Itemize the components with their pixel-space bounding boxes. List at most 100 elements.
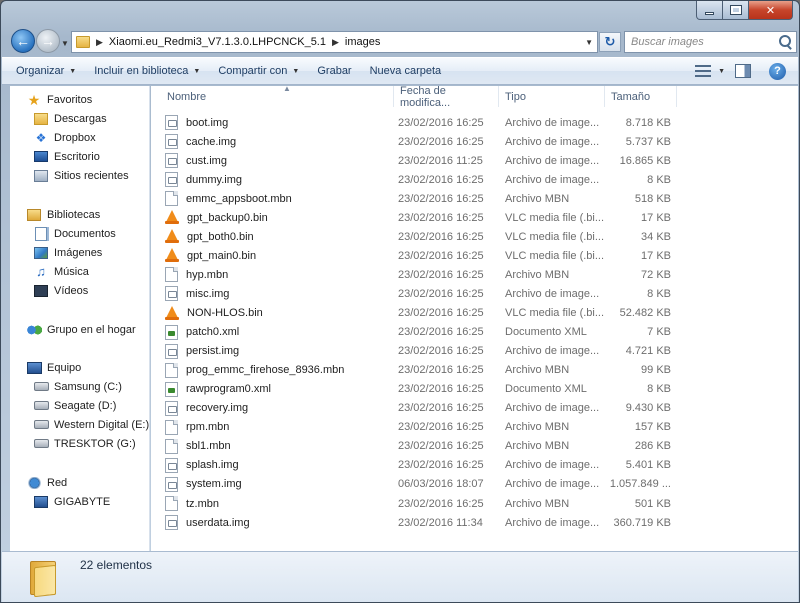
network-computer-icon bbox=[33, 495, 49, 509]
file-name: userdata.img bbox=[186, 516, 250, 529]
file-row[interactable]: gpt_backup0.bin 23/02/2016 16:25 VLC media… bbox=[151, 208, 798, 227]
file-row[interactable]: dummy.img 23/02/2016 16:25 Archivo de imag… bbox=[151, 170, 798, 189]
image-file-icon bbox=[165, 172, 178, 188]
share-with-button[interactable]: Compartir con ▼ bbox=[209, 60, 308, 82]
sidebar-item-drive-g[interactable]: TRESKTOR (G:) bbox=[10, 434, 150, 453]
file-row[interactable]: rpm.mbn 23/02/2016 16:25 Archivo MBN 157 KB bbox=[151, 418, 798, 437]
file-row[interactable]: gpt_main0.bin 23/02/2016 16:25 VLC media f… bbox=[151, 246, 798, 265]
breadcrumb-segment[interactable]: images bbox=[345, 36, 380, 48]
file-row[interactable]: hyp.mbn 23/02/2016 16:25 Archivo MBN 72 KB bbox=[151, 265, 798, 284]
search-icon[interactable] bbox=[776, 33, 794, 51]
column-header-date[interactable]: Fecha de modifica... bbox=[394, 84, 499, 109]
column-header-label: Fecha de modifica... bbox=[400, 84, 451, 109]
view-options-icon[interactable] bbox=[692, 63, 714, 79]
file-icon bbox=[165, 496, 178, 511]
file-name-cell: prog_emmc_firehose_8936.mbn bbox=[165, 361, 390, 380]
file-name: rawprogram0.xml bbox=[186, 383, 271, 396]
file-row[interactable]: recovery.img 23/02/2016 16:25 Archivo de i… bbox=[151, 399, 798, 418]
file-type: Archivo de image... bbox=[505, 116, 600, 129]
address-dropdown-icon[interactable]: ▼ bbox=[585, 38, 593, 47]
sidebar-item-music[interactable]: ♫ Música bbox=[10, 262, 150, 281]
sidebar-item-libraries[interactable]: Bibliotecas bbox=[10, 205, 150, 224]
column-header-size[interactable]: Tamaño bbox=[605, 86, 677, 107]
file-row[interactable]: persist.img 23/02/2016 16:25 Archivo de im… bbox=[151, 342, 798, 361]
vlc-icon bbox=[165, 248, 179, 263]
hard-drive-icon bbox=[33, 418, 49, 432]
address-bar[interactable]: ▶ Xiaomi.eu_Redmi3_V7.1.3.0.LHPCNCK_5.1 … bbox=[71, 31, 598, 53]
file-type: Archivo MBN bbox=[505, 364, 570, 377]
file-row[interactable]: userdata.img 23/02/2016 11:34 Archivo de i… bbox=[151, 513, 798, 532]
file-type: Archivo de image... bbox=[505, 345, 600, 358]
file-name: splash.img bbox=[186, 459, 239, 472]
file-row[interactable]: splash.img 23/02/2016 16:25 Archivo de ima… bbox=[151, 456, 798, 475]
file-row[interactable]: emmc_appsboot.mbn 23/02/2016 16:25 Archivo… bbox=[151, 189, 798, 208]
image-file-icon bbox=[165, 286, 178, 302]
organize-button[interactable]: Organizar ▼ bbox=[2, 60, 85, 82]
sidebar-item-documents[interactable]: Documentos bbox=[10, 224, 150, 243]
file-row[interactable]: cust.img 23/02/2016 11:25 Archivo de image… bbox=[151, 151, 798, 170]
sidebar-item-favorites[interactable]: ★ Favoritos bbox=[10, 90, 150, 109]
maximize-button[interactable] bbox=[723, 1, 749, 20]
sidebar-item-homegroup[interactable]: Grupo en el hogar bbox=[10, 320, 150, 339]
forward-button[interactable]: → bbox=[36, 29, 60, 53]
include-in-library-button[interactable]: Incluir en biblioteca ▼ bbox=[85, 60, 209, 82]
close-button[interactable]: ✕ bbox=[749, 1, 793, 20]
new-folder-button[interactable]: Nueva carpeta bbox=[361, 60, 451, 82]
file-name: gpt_main0.bin bbox=[187, 249, 257, 262]
file-type: Archivo de image... bbox=[505, 135, 600, 148]
file-row[interactable]: cache.img 23/02/2016 16:25 Archivo de imag… bbox=[151, 132, 798, 151]
column-header-type[interactable]: Tipo bbox=[499, 86, 605, 107]
file-row[interactable]: tz.mbn 23/02/2016 16:25 Archivo MBN 501 KB bbox=[151, 494, 798, 513]
view-dropdown-icon[interactable]: ▼ bbox=[718, 68, 725, 75]
file-type: VLC media file (.bi... bbox=[505, 211, 605, 224]
sidebar-item-downloads[interactable]: Descargas bbox=[10, 109, 150, 128]
sidebar-item-desktop[interactable]: Escritorio bbox=[10, 147, 150, 166]
breadcrumb-chevron-icon[interactable]: ▶ bbox=[332, 37, 339, 48]
file-row[interactable]: NON-HLOS.bin 23/02/2016 16:25 VLC media fi… bbox=[151, 304, 798, 323]
breadcrumb-chevron-icon[interactable]: ▶ bbox=[96, 37, 103, 48]
file-name-cell: rpm.mbn bbox=[165, 418, 390, 437]
image-file-icon bbox=[165, 457, 178, 473]
file-row[interactable]: boot.img 23/02/2016 16:25 Archivo de image… bbox=[151, 113, 798, 132]
file-name-cell: patch0.xml bbox=[165, 323, 390, 342]
column-header-name[interactable]: Nombre ▲ bbox=[161, 84, 394, 107]
sidebar-item-drive-d[interactable]: Seagate (D:) bbox=[10, 396, 150, 415]
sidebar-item-drive-e[interactable]: Western Digital (E:) bbox=[10, 415, 150, 434]
folder-icon bbox=[28, 557, 58, 598]
item-count: 22 elementos bbox=[80, 558, 153, 572]
file-row[interactable]: misc.img 23/02/2016 16:25 Archivo de image… bbox=[151, 284, 798, 303]
burn-button[interactable]: Grabar bbox=[308, 60, 360, 82]
sidebar-item-drive-c[interactable]: Samsung (C:) bbox=[10, 377, 150, 396]
file-size: 52.482 KB bbox=[619, 307, 671, 319]
file-size: 501 KB bbox=[634, 497, 671, 510]
file-row[interactable]: sbl1.mbn 23/02/2016 16:25 Archivo MBN 286 K… bbox=[151, 437, 798, 456]
file-row[interactable]: system.img 06/03/2016 18:07 Archivo de ima… bbox=[151, 475, 798, 494]
file-row[interactable]: rawprogram0.xml 23/02/2016 16:25 Documento… bbox=[151, 380, 798, 399]
sidebar-item-dropbox[interactable]: ❖ Dropbox bbox=[10, 128, 150, 147]
recent-pages-dropdown[interactable]: ▼ bbox=[61, 39, 69, 48]
file-icon bbox=[165, 267, 178, 283]
sidebar-item-videos[interactable]: Vídeos bbox=[10, 281, 150, 300]
sidebar-item-recent-places[interactable]: Sitios recientes bbox=[10, 166, 150, 185]
file-row[interactable]: prog_emmc_firehose_8936.mbn 23/02/2016 16… bbox=[151, 361, 798, 380]
sidebar-item-gigabyte[interactable]: GIGABYTE bbox=[10, 492, 150, 511]
sidebar-item-computer[interactable]: Equipo bbox=[10, 358, 150, 377]
minimize-button[interactable] bbox=[696, 1, 723, 20]
breadcrumb-segment[interactable]: Xiaomi.eu_Redmi3_V7.1.3.0.LHPCNCK_5.1 bbox=[109, 36, 326, 48]
file-date: 23/02/2016 11:25 bbox=[398, 154, 483, 167]
sidebar-item-pictures[interactable]: Imágenes bbox=[10, 243, 150, 262]
search-input[interactable]: Buscar images bbox=[624, 31, 797, 53]
preview-pane-icon[interactable] bbox=[735, 64, 751, 78]
file-name: cache.img bbox=[186, 135, 237, 148]
file-row[interactable]: gpt_both0.bin 23/02/2016 16:25 VLC media f… bbox=[151, 227, 798, 246]
file-row[interactable]: patch0.xml 23/02/2016 16:25 Documento XML 7… bbox=[151, 323, 798, 342]
sidebar-item-network[interactable]: Red bbox=[10, 473, 150, 492]
image-file-icon bbox=[165, 476, 178, 492]
file-name-cell: gpt_backup0.bin bbox=[165, 208, 390, 227]
help-icon[interactable]: ? bbox=[769, 62, 786, 80]
back-button[interactable]: ← bbox=[11, 29, 35, 53]
include-label: Incluir en biblioteca bbox=[94, 65, 189, 77]
file-name-cell: rawprogram0.xml bbox=[165, 380, 390, 399]
vlc-icon bbox=[165, 229, 179, 244]
refresh-button[interactable]: ↻ bbox=[599, 32, 621, 52]
